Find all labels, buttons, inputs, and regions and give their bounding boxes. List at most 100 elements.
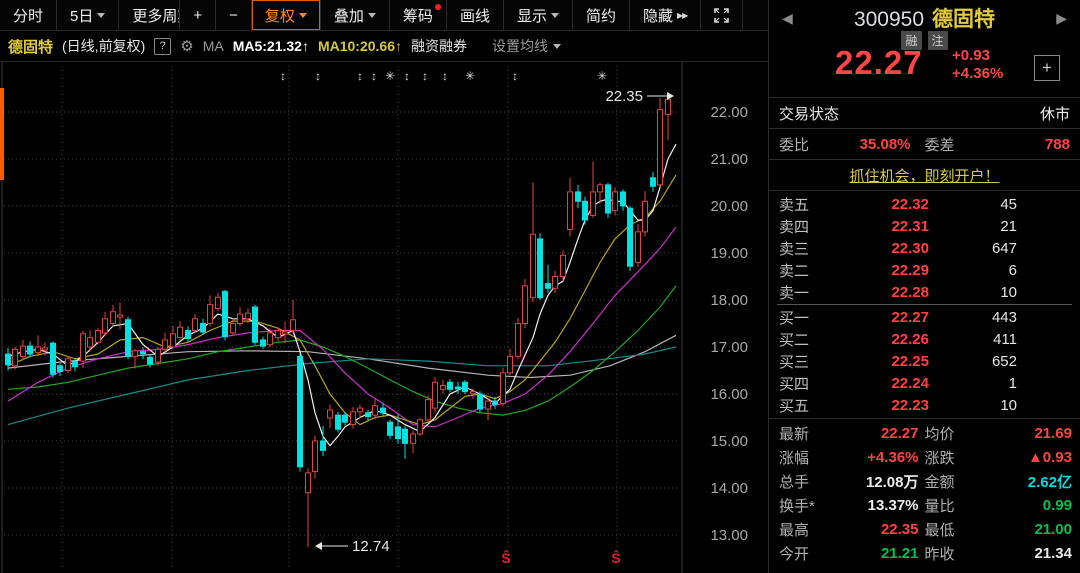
candle-body xyxy=(253,307,258,342)
ex-dividend-icon[interactable]: ↕ xyxy=(371,69,377,83)
ask-row[interactable]: 卖五22.3245 xyxy=(769,193,1080,215)
y-axis-tick-label: 21.00 xyxy=(710,151,748,168)
price-change: +0.93 +4.36% xyxy=(952,47,1003,83)
stat-row: 最新22.27均价21.69 xyxy=(779,421,1072,445)
candle-body xyxy=(636,232,641,263)
ex-dividend-icon[interactable]: ↕ xyxy=(512,69,518,83)
simple-mode-button[interactable]: 简约 xyxy=(573,0,630,30)
candle-body xyxy=(103,319,108,333)
open-account-ad-link[interactable]: 抓住机会，即刻开户！ xyxy=(849,165,999,186)
candle-body xyxy=(328,410,333,418)
display-menu[interactable]: 显示 xyxy=(504,0,573,30)
add-to-watchlist-button[interactable]: + xyxy=(1034,55,1060,81)
candle-body xyxy=(246,313,251,319)
double-arrow-icon: ▶▶ xyxy=(677,11,687,20)
candle-body xyxy=(223,292,228,337)
candle-body xyxy=(621,192,626,206)
candle-body xyxy=(13,349,18,365)
bid-row[interactable]: 买三22.25652 xyxy=(769,350,1080,372)
set-ma-menu[interactable]: 设置均线 xyxy=(492,36,561,56)
adjust-menu[interactable]: 复权 xyxy=(252,0,321,30)
ma-line-ma30 xyxy=(8,286,676,415)
event-star-icon[interactable]: ✳ xyxy=(465,69,475,83)
zoom-out-button[interactable]: − xyxy=(216,0,252,30)
sell-signal-icon[interactable]: Ŝ xyxy=(611,549,620,566)
candle-body xyxy=(261,340,266,346)
ex-dividend-icon[interactable]: ↕ xyxy=(357,69,363,83)
candle-body xyxy=(411,434,416,443)
candle-body xyxy=(531,234,536,297)
hide-button[interactable]: 隐藏▶▶ xyxy=(630,0,701,30)
ma-prefix-label: MA xyxy=(203,38,224,54)
sell-signal-icon[interactable]: Ŝ xyxy=(501,549,510,566)
ex-dividend-icon[interactable]: ↕ xyxy=(315,69,321,83)
stock-title: 德固特 xyxy=(8,36,53,57)
ma-line-ma20 xyxy=(8,227,676,427)
ex-dividend-icon[interactable]: ↕ xyxy=(280,69,286,83)
candle-body xyxy=(88,338,93,347)
ask-row[interactable]: 卖二22.296 xyxy=(769,259,1080,281)
candle-body xyxy=(591,192,596,216)
left-scroll-indicator[interactable] xyxy=(0,88,4,180)
tab-5day[interactable]: 5日 xyxy=(57,0,119,30)
ask-row[interactable]: 卖三22.30647 xyxy=(769,237,1080,259)
ex-dividend-icon[interactable]: ↕ xyxy=(442,69,448,83)
candle-body xyxy=(426,400,431,420)
quote-panel: ◀ ▶ 300950德固特 融注 22.27 +0.93 +4.36% + 交易… xyxy=(768,0,1080,573)
chevron-down-icon xyxy=(553,44,561,49)
up-arrow-icon: ↑ xyxy=(302,38,309,54)
event-star-icon[interactable]: ✳ xyxy=(385,69,395,83)
y-axis-tick-label: 16.00 xyxy=(710,386,748,403)
candle-body xyxy=(321,441,326,450)
candlestick-chart[interactable]: 22.0021.0020.0019.0018.0017.0016.0015.00… xyxy=(0,62,768,573)
weibi-value: 35.08% xyxy=(825,136,925,153)
ask-row[interactable]: 卖一22.2810 xyxy=(769,281,1080,303)
high-price-annotation: 22.35 xyxy=(605,88,643,105)
ma10-value-label: MA10:20.66↑ xyxy=(318,38,402,54)
draw-line-button[interactable]: 画线 xyxy=(447,0,504,30)
candle-body xyxy=(133,351,138,357)
candle-body xyxy=(568,192,573,230)
candle-body xyxy=(171,334,176,347)
candle-body xyxy=(448,382,453,389)
candle-body xyxy=(96,331,101,343)
candle-body xyxy=(313,441,318,472)
menu-more-periods[interactable]: 更多周期 xyxy=(119,0,180,30)
event-star-icon[interactable]: ✳ xyxy=(597,69,607,83)
candle-body xyxy=(561,255,566,276)
stock-tag-badge: 注 xyxy=(928,31,948,50)
chips-button[interactable]: 筹码 xyxy=(390,0,447,30)
candle-body xyxy=(36,347,41,353)
fullscreen-button[interactable] xyxy=(701,0,743,30)
bid-row[interactable]: 买四22.241 xyxy=(769,372,1080,394)
tab-minute[interactable]: 分时 xyxy=(0,0,57,30)
bid-row[interactable]: 买五22.2310 xyxy=(769,394,1080,416)
ad-row: 抓住机会，即刻开户！ xyxy=(769,160,1080,191)
y-axis-tick-label: 13.00 xyxy=(710,527,748,544)
margin-trading-link[interactable]: 融资融券 xyxy=(411,36,467,56)
overlay-menu[interactable]: 叠加 xyxy=(321,0,390,30)
ex-dividend-icon[interactable]: ↕ xyxy=(422,69,428,83)
candle-body xyxy=(501,373,506,404)
y-axis-tick-label: 19.00 xyxy=(710,245,748,262)
bid-row[interactable]: 买一22.27443 xyxy=(769,306,1080,328)
candle-body xyxy=(283,332,288,334)
candle-body xyxy=(493,401,498,404)
ex-dividend-icon[interactable]: ↕ xyxy=(404,69,410,83)
zoom-in-button[interactable]: + xyxy=(180,0,216,30)
fullscreen-icon xyxy=(714,8,729,23)
ask-row[interactable]: 卖四22.3121 xyxy=(769,215,1080,237)
arrow-right-icon xyxy=(667,92,674,100)
candle-body xyxy=(231,324,236,333)
bid-row[interactable]: 买二22.26411 xyxy=(769,328,1080,350)
candle-body xyxy=(208,305,213,324)
ma5-value-label: MA5:21.32↑ xyxy=(233,38,309,54)
candle-body xyxy=(111,312,116,324)
candle-body xyxy=(298,356,303,466)
candle-body xyxy=(516,324,521,357)
candle-body xyxy=(613,192,618,211)
candle-body xyxy=(381,408,386,413)
help-icon[interactable]: ? xyxy=(154,38,171,55)
gear-icon[interactable]: ⚙ xyxy=(180,37,193,55)
arrow-left-icon xyxy=(315,542,322,550)
